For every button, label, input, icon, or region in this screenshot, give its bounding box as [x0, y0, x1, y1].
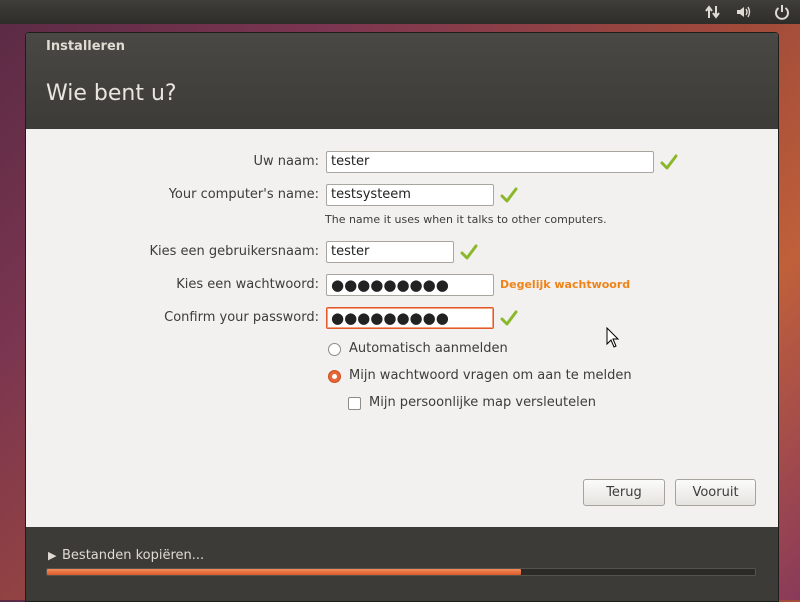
username-field[interactable]: tester: [326, 241, 454, 263]
checkmark-icon: [500, 310, 518, 326]
checkmark-icon: [660, 154, 678, 170]
password-label: Kies een wachtwoord:: [176, 277, 319, 292]
power-icon[interactable]: [773, 3, 791, 21]
back-button[interactable]: Terug: [583, 479, 665, 506]
page-title: Wie bent u?: [46, 81, 177, 106]
password-field[interactable]: ●●●●●●●●●: [326, 274, 494, 296]
progress-fill: [47, 569, 521, 575]
computer-name-field[interactable]: testsysteem: [326, 184, 494, 206]
name-field[interactable]: tester: [326, 151, 654, 173]
encrypt-home-label[interactable]: Mijn persoonlijke map versleutelen: [369, 395, 596, 410]
checkmark-icon: [460, 244, 478, 260]
volume-icon[interactable]: [735, 3, 753, 21]
username-label: Kies een gebruikersnaam:: [149, 244, 319, 259]
ask-password-label[interactable]: Mijn wachtwoord vragen om aan te melden: [349, 368, 632, 383]
name-label: Uw naam:: [253, 154, 320, 169]
progress-bar: [46, 568, 756, 576]
ask-password-radio[interactable]: [328, 370, 341, 383]
mouse-cursor-icon: [606, 327, 620, 348]
forward-button[interactable]: Vooruit: [675, 479, 756, 506]
network-updown-icon[interactable]: [704, 3, 722, 21]
confirm-password-field[interactable]: ●●●●●●●●●: [326, 307, 494, 329]
password-strength: Degelijk wachtwoord: [500, 278, 631, 291]
top-panel: [0, 0, 800, 24]
window-title: Installeren: [46, 39, 126, 54]
encrypt-home-checkbox[interactable]: [348, 397, 361, 410]
auto-login-label[interactable]: Automatisch aanmelden: [349, 341, 508, 356]
progress-footer: ▶ Bestanden kopiëren...: [26, 527, 778, 601]
installer-window: Installeren Wie bent u? Uw naam: tester …: [25, 32, 779, 602]
auto-login-radio[interactable]: [328, 343, 341, 356]
confirm-password-label: Confirm your password:: [164, 310, 319, 325]
window-header: Installeren Wie bent u?: [26, 33, 778, 129]
expand-arrow-icon[interactable]: ▶: [48, 549, 56, 562]
computer-name-label: Your computer's name:: [168, 187, 319, 202]
progress-status[interactable]: Bestanden kopiëren...: [62, 548, 204, 563]
checkmark-icon: [500, 187, 518, 203]
computer-name-hint: The name it uses when it talks to other …: [325, 213, 607, 226]
